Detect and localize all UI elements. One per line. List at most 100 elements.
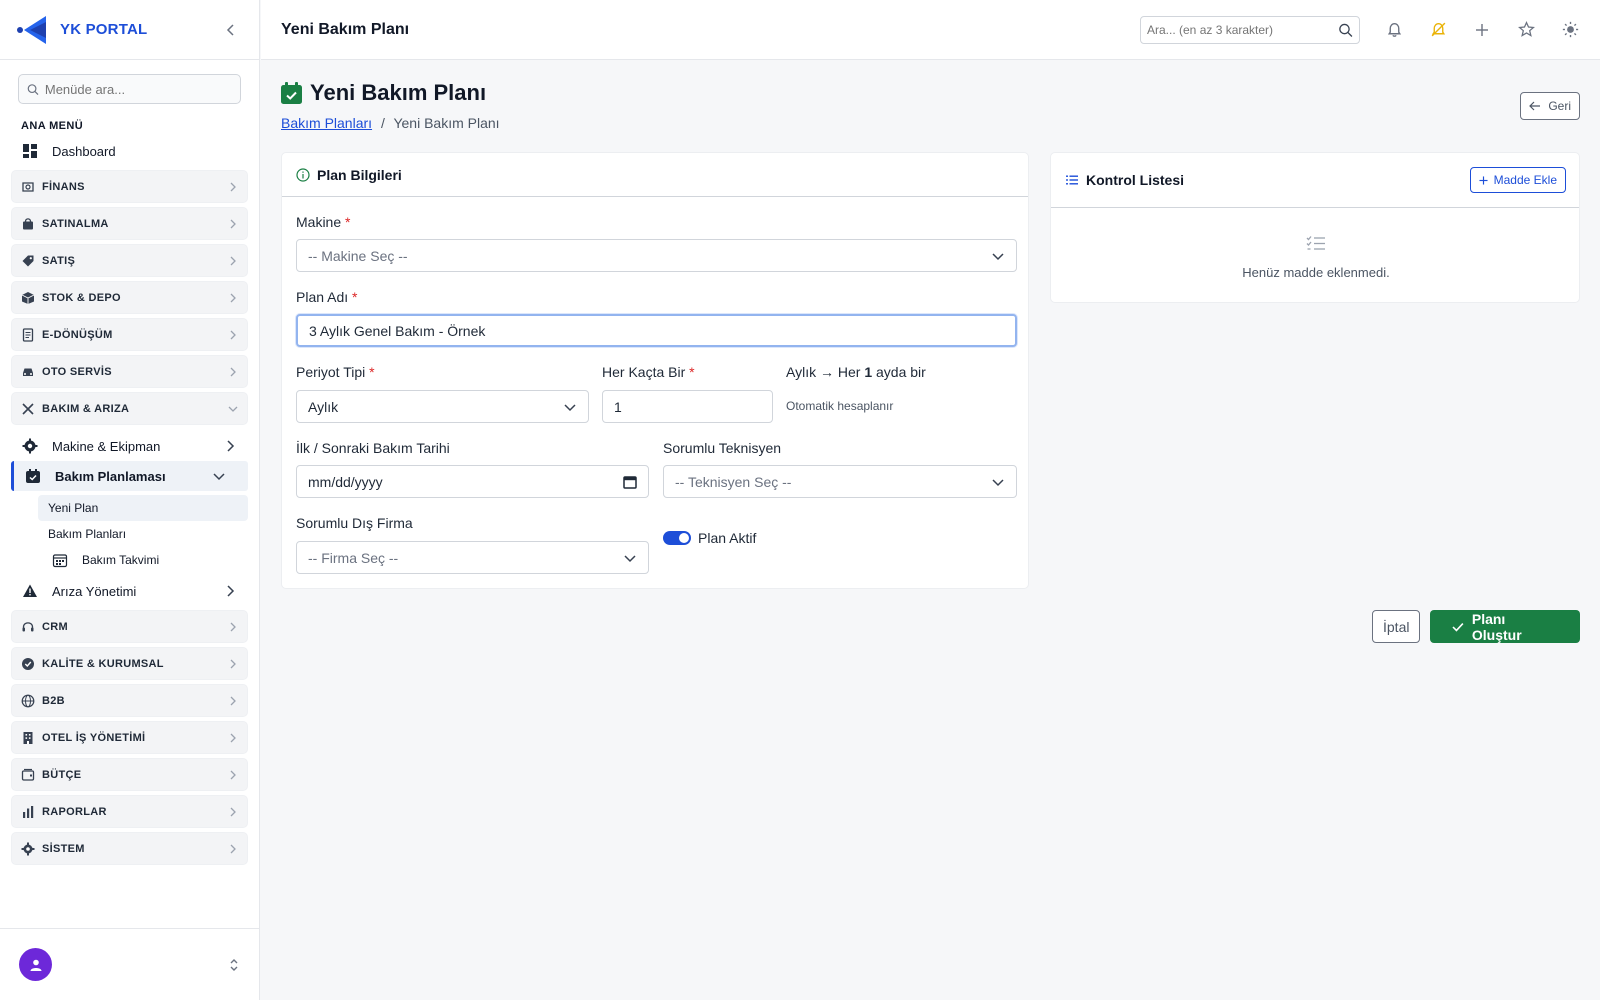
sidebar-item-calendar[interactable]: Bakım Takvimi [0,547,259,573]
favorites-button[interactable] [1516,20,1536,40]
breadcrumb-link[interactable]: Bakım Planları [281,115,372,131]
search-icon [27,83,39,95]
chevron-down-icon [228,406,238,412]
sidebar-item-new-plan[interactable]: Yeni Plan [38,495,248,521]
add-item-button[interactable]: Madde Ekle [1469,167,1566,193]
back-button[interactable]: Geri [1520,92,1580,120]
technician-label: Sorumlu Teknisyen [663,440,782,456]
sidebar-group[interactable]: SATINALMA [11,207,248,240]
plan-info-title: Plan Bilgileri [317,166,402,183]
firm-select-value: -- Firma Seç -- [308,549,399,566]
brand-logo-icon [17,15,46,44]
sidebar-group[interactable]: SATIŞ [11,244,248,277]
plan-active-toggle[interactable] [663,531,691,545]
sidebar-group[interactable]: OTEL İŞ YÖNETİMİ [11,721,248,754]
plan-active-label: Plan Aktif [698,530,757,546]
firm-select[interactable]: -- Firma Seç -- [296,541,649,574]
cancel-button[interactable]: İptal [1372,610,1421,643]
period-type-select[interactable]: Aylık [296,390,589,423]
sidebar-group[interactable]: BAKIM & ARIZA [11,392,248,425]
sidebar-item-maintenance-planning[interactable]: Bakım Planlaması [11,461,248,491]
badge-icon [22,657,34,670]
date-input[interactable]: mm/dd/yyyy [296,465,649,498]
sidebar-group[interactable]: KALİTE & KURUMSAL [11,647,248,680]
bell-slash-icon [1431,22,1445,37]
sidebar-item-label: Dashboard [52,143,116,159]
calendar-check-icon [281,82,302,104]
plan-name-input[interactable]: 3 Aylık Genel Bakım - Örnek [296,314,1017,347]
menu-search-input[interactable] [44,81,232,97]
chevron-right-icon [230,256,236,265]
global-search-input[interactable] [1147,22,1339,37]
user-icon [30,959,41,971]
collapse-sidebar-button[interactable] [219,18,243,42]
chevron-right-icon [227,440,235,452]
chevron-right-icon [230,696,236,705]
alerts-muted-button[interactable] [1428,20,1448,40]
plan-info-header: Plan Bilgileri [282,153,1028,197]
firm-label: Sorumlu Dış Firma [296,515,413,531]
sidebar-item-dashboard[interactable]: Dashboard [0,136,259,166]
chevron-right-icon [230,293,236,302]
chevron-down-icon [992,478,1004,486]
quick-add-button[interactable] [1472,20,1492,40]
sidebar-group[interactable]: OTO SERVİS [11,355,248,388]
topbar-title: Yeni Bakım Planı [281,20,410,38]
theme-toggle-button[interactable] [1560,20,1580,40]
page-header: Yeni Bakım Planı Bakım Planları / Yeni B… [281,80,500,131]
info-icon [296,167,310,182]
star-icon [1517,21,1535,37]
period-summary: Aylık → Her 1 ayda bir [786,364,926,380]
sidebar-group-label: SATINALMA [42,217,109,230]
notifications-button[interactable] [1384,20,1404,40]
create-plan-button[interactable]: Planı Oluştur [1430,610,1580,643]
user-menu[interactable] [0,928,259,1000]
sidebar-item-plans[interactable]: Bakım Planları [0,521,259,547]
technician-select[interactable]: -- Teknisyen Seç -- [663,465,1017,498]
plus-icon [1476,23,1488,36]
global-search[interactable] [1140,15,1360,44]
brand: YK PORTAL [0,0,259,60]
sidebar-group-label: E-DÖNÜŞÜM [42,328,113,341]
machine-select-value: -- Makine Seç -- [308,247,408,264]
chevron-right-icon [230,330,236,339]
sidebar-group[interactable]: CRM [11,610,248,643]
arrow-left-icon [1529,101,1541,111]
topbar: Yeni Bakım Planı [261,0,1600,60]
chevron-right-icon [230,659,236,668]
plan-name-value: 3 Aylık Genel Bakım - Örnek [309,322,486,339]
machine-select[interactable]: -- Makine Seç -- [296,239,1017,272]
menu-groups-bottom: CRM KALİTE & KURUMSAL B2B OTEL İŞ YÖNETİMİ B… [0,610,259,865]
sidebar-group-label: CRM [42,620,68,633]
sidebar-group[interactable]: E-DÖNÜŞÜM [11,318,248,351]
sidebar-group[interactable]: RAPORLAR [11,795,248,828]
every-input[interactable]: 1 [602,390,773,423]
back-button-label: Geri [1548,99,1571,113]
calendar-icon[interactable] [623,475,637,489]
page-title: Yeni Bakım Planı [281,80,500,106]
plus-icon [1479,175,1488,185]
calendar-check-icon [26,469,40,483]
date-placeholder: mm/dd/yyyy [308,473,383,490]
sidebar-group[interactable]: BÜTÇE [11,758,248,791]
document-icon [22,327,34,342]
sidebar-group[interactable]: FİNANS [11,170,248,203]
avatar[interactable] [19,948,52,981]
required-mark: * [345,214,351,230]
sidebar-item-machines[interactable]: Makine & Ekipman [0,431,259,461]
chevron-right-icon [230,367,236,376]
search-icon[interactable] [1338,22,1353,38]
sidebar-group[interactable]: STOK & DEPO [11,281,248,314]
sidebar-group[interactable]: SİSTEM [11,832,248,865]
chevron-up-down-icon[interactable] [228,958,240,972]
box-icon [21,291,35,304]
sidebar-group[interactable]: B2B [11,684,248,717]
period-type-label-text: Periyot Tipi [296,364,366,380]
create-plan-label: Planı Oluştur [1471,610,1522,643]
chevron-down-icon [624,554,636,562]
sidebar-item-faults[interactable]: Arıza Yönetimi [0,576,259,606]
sidebar-item-label: Bakım Takvimi [82,553,160,567]
menu-search[interactable] [18,74,241,104]
sidebar-group-label: BAKIM & ARIZA [42,402,130,415]
sidebar-group-label: OTEL İŞ YÖNETİMİ [42,731,146,744]
